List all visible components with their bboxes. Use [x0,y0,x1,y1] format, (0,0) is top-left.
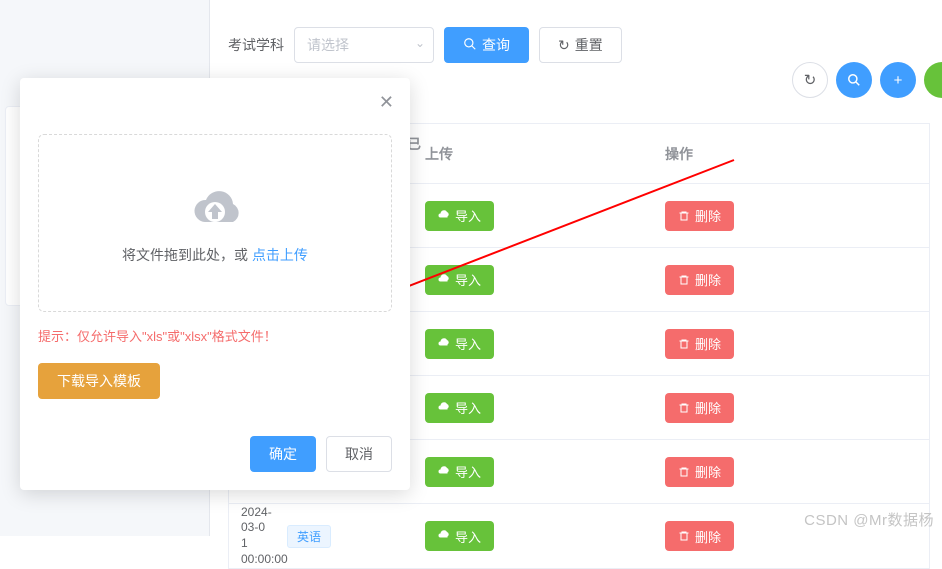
upload-dropzone[interactable]: 将文件拖到此处，或 点击上传 [38,134,392,312]
click-upload-link[interactable]: 点击上传 [252,247,308,263]
import-modal: ✕ 将文件拖到此处，或 点击上传 提示：仅允许导入"xls"或"xlsx"格式文… [20,78,410,490]
download-template-button[interactable]: 下载导入模板 [38,363,160,399]
close-icon[interactable]: ✕ [379,92,394,113]
upload-text: 将文件拖到此处，或 点击上传 [122,245,308,265]
confirm-button[interactable]: 确定 [250,436,316,472]
cloud-upload-icon [183,182,247,231]
upload-hint: 提示：仅允许导入"xls"或"xlsx"格式文件！ [38,326,392,345]
modal-footer: 确定 取消 [250,436,392,472]
cancel-button[interactable]: 取消 [326,436,392,472]
